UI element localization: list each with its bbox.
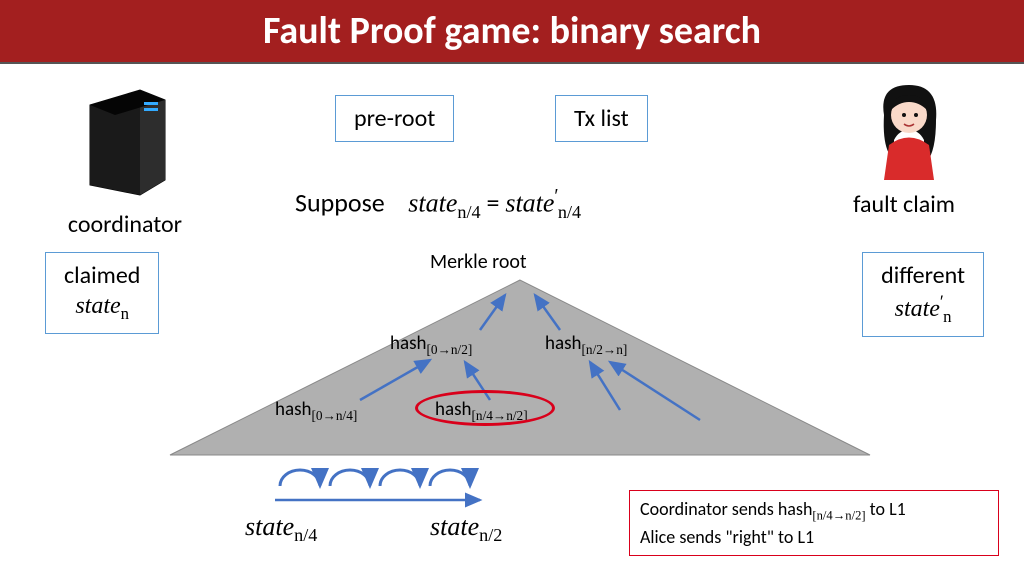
title-bar: Fault Proof game: binary search [0,0,1024,64]
action-box: Coordinator sends hash[n/4→n/2] to L1 Al… [629,490,999,556]
state-n2-label: staten/2 [430,510,502,546]
person-icon [864,80,954,180]
state-n4-label: staten/4 [245,510,317,546]
server-icon [70,80,180,200]
hash-0-n2: hash[0→n/2] [390,332,472,358]
coordinator-label: coordinator [55,210,195,239]
preroot-box: pre-root [335,95,454,142]
different-box: different state′n [862,252,984,337]
suppose-equation: Suppose staten/4 = state′n/4 [295,185,795,223]
slide-title: Fault Proof game: binary search [263,8,761,54]
state-transition-arcs [270,458,500,508]
action-line1: Coordinator sends hash[n/4→n/2] to L1 [640,497,988,525]
suppose-word: Suppose [295,187,385,219]
hash-0-n4: hash[0→n/4] [275,398,357,424]
txlist-box: Tx list [555,95,648,142]
highlight-ellipse [415,390,555,426]
hash-n2-n: hash[n/2→n] [545,332,627,358]
claimed-box: claimed staten [45,252,159,334]
action-line2: Alice sends "right" to L1 [640,525,988,549]
merkle-triangle: hash[0→n/2] hash[n/2→n] hash[0→n/4] hash… [160,270,880,460]
faultclaim-label: fault claim [834,190,974,219]
